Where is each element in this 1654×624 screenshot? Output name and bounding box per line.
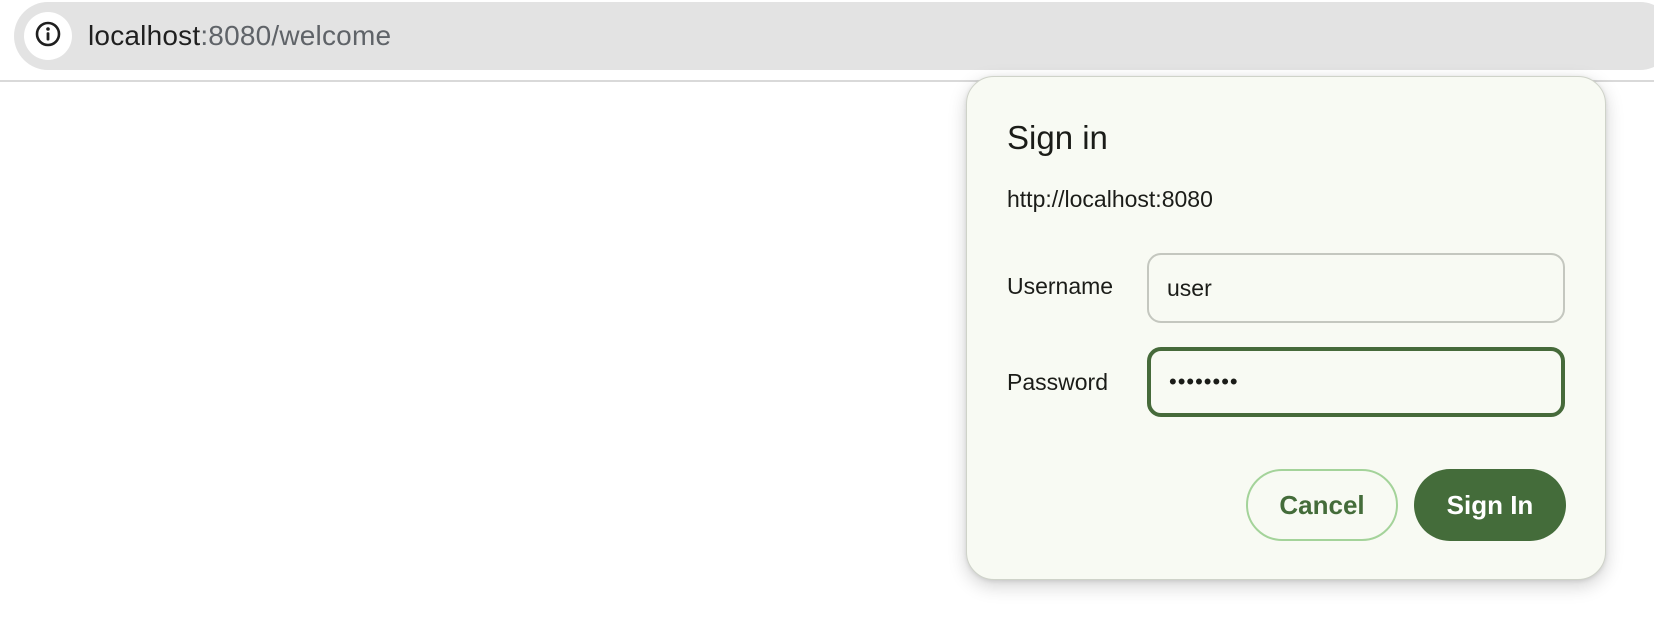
url-path: :8080/welcome — [200, 20, 392, 51]
password-field[interactable]: •••••••• — [1147, 347, 1565, 417]
browser-window: localhost:8080/welcome Sign in http://lo… — [0, 0, 1654, 624]
url-host: localhost — [88, 20, 201, 51]
username-value: user — [1167, 274, 1212, 301]
sign-in-dialog: Sign in http://localhost:8080 Username u… — [966, 76, 1606, 580]
password-label: Password — [1007, 369, 1108, 395]
username-label: Username — [1007, 273, 1114, 299]
cancel-button[interactable]: Cancel — [1246, 469, 1398, 541]
dialog-origin: http://localhost:8080 — [1007, 186, 1213, 212]
browser-toolbar: localhost:8080/welcome — [0, 0, 1654, 82]
dialog-title: Sign in — [1007, 119, 1108, 156]
sign-in-button[interactable]: Sign In — [1414, 469, 1566, 541]
password-value: •••••••• — [1169, 369, 1239, 394]
site-info-button[interactable] — [24, 12, 72, 60]
username-field[interactable]: user — [1147, 253, 1565, 323]
url-text[interactable]: localhost:8080/welcome — [88, 2, 391, 70]
info-circle-icon — [34, 20, 62, 53]
address-bar[interactable]: localhost:8080/welcome — [14, 2, 1654, 70]
